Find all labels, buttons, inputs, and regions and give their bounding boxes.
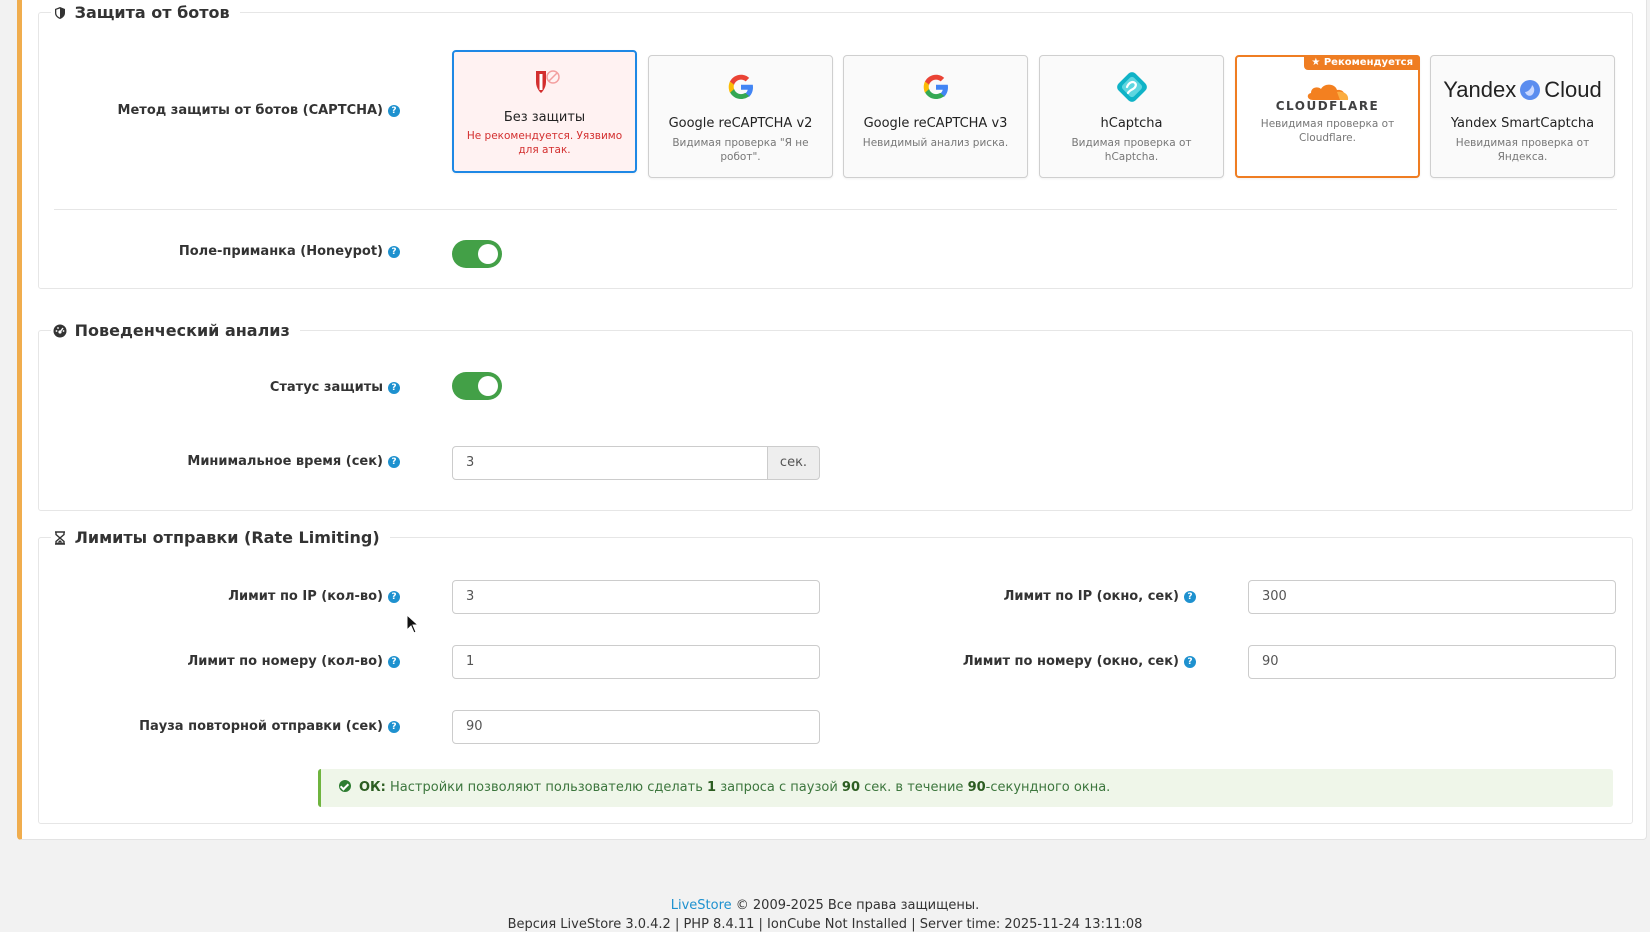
phone-count-label: Лимит по номеру (кол-во)? (187, 654, 400, 669)
captcha-option-recaptcha-v2[interactable]: Google reCAPTCHA v2 Видимая проверка "Я … (648, 55, 833, 178)
captcha-option-recaptcha-v3[interactable]: Google reCAPTCHA v3 Невидимый анализ рис… (843, 55, 1028, 178)
cursor-icon (406, 614, 420, 634)
phone-count-input[interactable]: 1 (452, 645, 820, 679)
help-icon[interactable]: ? (1184, 591, 1196, 603)
help-icon[interactable]: ? (1184, 656, 1196, 668)
honeypot-label: Поле-приманка (Honeypot)? (179, 244, 400, 259)
captcha-option-cloudflare[interactable]: ★ Рекомендуется CLOUDFLARE Невидимая про… (1235, 55, 1420, 178)
shield-icon (55, 7, 65, 19)
captcha-option-desc: Не рекомендуется. Уязвимо для атак. (466, 130, 623, 156)
yandex-cloud-icon: Yandex Cloud (1443, 77, 1602, 102)
google-icon (844, 70, 1027, 104)
protection-status-label: Статус защиты? (270, 380, 400, 395)
min-time-label: Минимальное время (сек)? (187, 454, 400, 469)
footer-version: Версия LiveStore 3.0.4.2 | PHP 8.4.11 | … (507, 917, 1143, 932)
check-circle-icon (339, 780, 351, 792)
recommended-badge: ★ Рекомендуется (1304, 55, 1420, 70)
footer-copyright: LiveStore © 2009-2025 Все права защищены… (670, 898, 980, 913)
protection-status-toggle[interactable] (452, 372, 502, 400)
captcha-option-desc: Невидимый анализ риска. (862, 137, 1009, 149)
captcha-option-desc: Видимая проверка от hCaptcha. (1071, 137, 1192, 163)
min-time-input[interactable]: 3 (452, 446, 768, 480)
phone-window-input[interactable]: 90 (1248, 645, 1616, 679)
cloudflare-logo-text: CLOUDFLARE (1275, 99, 1380, 113)
help-icon[interactable]: ? (388, 105, 400, 117)
captcha-option-title: Google reCAPTCHA v3 (863, 116, 1008, 131)
phone-window-label: Лимит по номеру (окно, сек)? (963, 654, 1196, 669)
ip-window-label: Лимит по IP (окно, сек)? (1004, 589, 1196, 604)
help-icon[interactable]: ? (388, 721, 400, 733)
ip-window-input[interactable]: 300 (1248, 580, 1616, 614)
fieldset-behavior: Поведенческий анализ (38, 319, 1633, 511)
rate-limit-summary-alert: ОК: Настройки позволяют пользователю сде… (318, 769, 1613, 807)
help-icon[interactable]: ? (388, 246, 400, 258)
dashboard-icon (53, 324, 67, 338)
shield-off-icon (454, 66, 635, 100)
captcha-option-none[interactable]: Без защиты Не рекомендуется. Уязвимо для… (452, 50, 637, 173)
captcha-option-title: Yandex SmartCaptcha (1450, 116, 1595, 131)
resend-pause-label: Пауза повторной отправки (сек)? (139, 719, 400, 734)
ip-count-label: Лимит по IP (кол-во)? (228, 589, 400, 604)
google-icon (649, 70, 832, 104)
captcha-method-label: Метод защиты от ботов (CAPTCHA)? (118, 103, 400, 118)
ip-count-input[interactable]: 3 (452, 580, 820, 614)
captcha-option-title: Google reCAPTCHA v2 (668, 116, 813, 131)
help-icon[interactable]: ? (388, 656, 400, 668)
legend-bot-protection: Защита от ботов (51, 1, 240, 25)
footer-brand-link[interactable]: LiveStore (671, 898, 732, 913)
help-icon[interactable]: ? (388, 591, 400, 603)
help-icon[interactable]: ? (388, 382, 400, 394)
legend-behavior: Поведенческий анализ (51, 319, 300, 343)
hcaptcha-icon (1040, 70, 1223, 104)
captcha-option-hcaptcha[interactable]: hCaptcha Видимая проверка от hCaptcha. (1039, 55, 1224, 178)
honeypot-toggle[interactable] (452, 240, 502, 268)
captcha-option-yandex[interactable]: Yandex Cloud Yandex SmartCaptcha Невидим… (1430, 55, 1615, 178)
captcha-option-desc: Невидимая проверка от Яндекса. (1455, 137, 1590, 163)
captcha-option-desc: Видимая проверка "Я не робот". (672, 137, 809, 163)
min-time-unit: сек. (767, 446, 820, 480)
divider (54, 209, 1617, 210)
captcha-option-title: hCaptcha (1100, 116, 1163, 131)
resend-pause-input[interactable]: 90 (452, 710, 820, 744)
hourglass-icon (55, 531, 65, 545)
help-icon[interactable]: ? (388, 456, 400, 468)
captcha-option-title: Без защиты (503, 110, 586, 125)
captcha-option-desc: Невидимая проверка от Cloudflare. (1260, 118, 1395, 144)
legend-rate-limiting: Лимиты отправки (Rate Limiting) (51, 526, 390, 550)
